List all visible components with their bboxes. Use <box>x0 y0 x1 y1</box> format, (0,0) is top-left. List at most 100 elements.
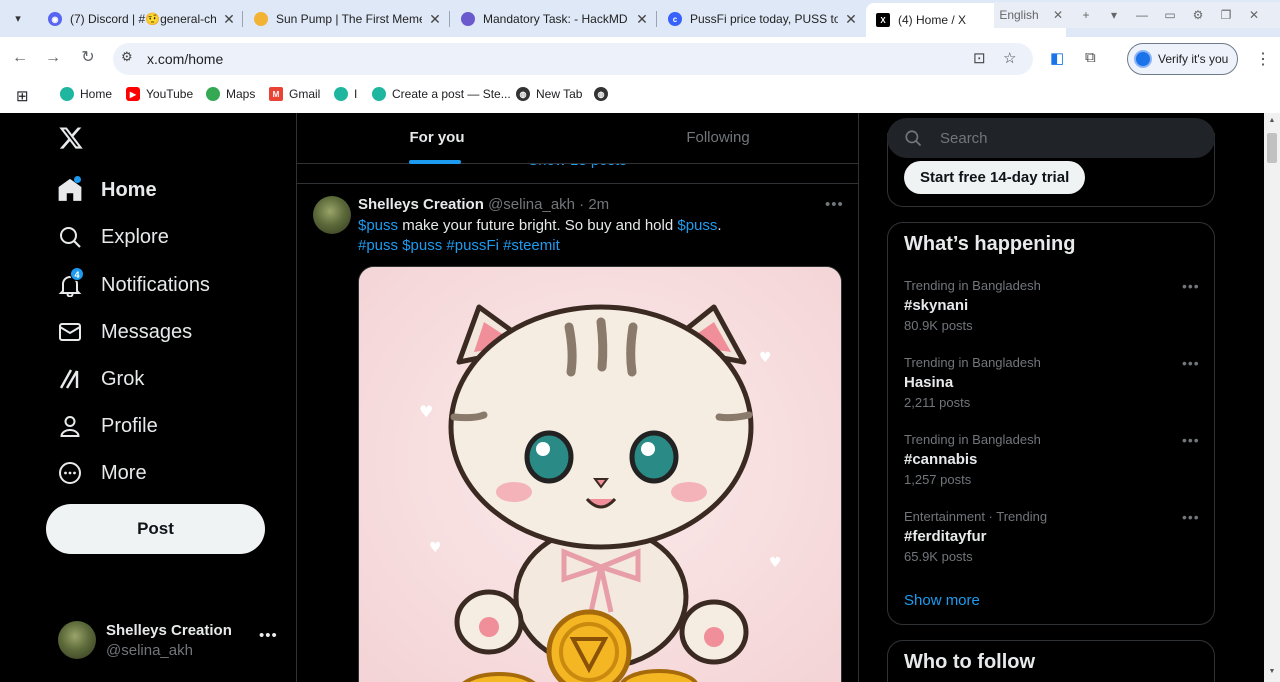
person-icon <box>56 412 84 440</box>
search-input[interactable]: Search <box>887 118 1215 158</box>
bookmark-star-icon[interactable]: ☆ <box>1003 49 1016 67</box>
tab-for-you[interactable]: For you <box>297 113 577 164</box>
grok-icon <box>56 365 84 393</box>
tweet-image-cat[interactable]: ♥ ♥ ♥ ♥ <box>358 266 842 682</box>
search-icon <box>56 223 84 251</box>
close-tab-icon[interactable]: ✕ <box>633 11 651 28</box>
x-app: Home Explore 4 Notifications Messages Gr… <box>0 113 1280 682</box>
site-info-icon[interactable]: ⚙ <box>121 49 133 65</box>
back-icon[interactable]: ← <box>9 47 31 69</box>
search-icon <box>905 130 922 147</box>
start-trial-button[interactable]: Start free 14-day trial <box>904 161 1086 194</box>
nav-messages[interactable]: Messages <box>56 312 192 352</box>
trend-more-icon[interactable]: ••• <box>1182 432 1200 448</box>
bookmark-new-tab[interactable]: ◍ New Tab <box>516 87 582 101</box>
bookmark-home[interactable]: Home <box>60 87 112 101</box>
trend-item[interactable]: Trending in Bangladesh #cannabis 1,257 p… <box>888 432 1214 509</box>
browser-tab-sunpump[interactable]: Sun Pump | The First Meme ✕ <box>244 5 444 33</box>
bookmark-create-post[interactable]: Create a post — Ste... <box>372 87 511 101</box>
globe-icon: ◍ <box>594 87 608 101</box>
trend-more-icon[interactable]: ••• <box>1182 509 1200 525</box>
window-controls-overlay: English ✕ + ▾ — ▭ ⚙ ❐ ✕ <box>994 2 1280 28</box>
reload-icon[interactable]: ↻ <box>77 47 99 69</box>
maps-pin-icon <box>206 87 220 101</box>
bell-icon: 4 <box>56 267 84 299</box>
cashtag-link[interactable]: $puss <box>677 217 717 234</box>
nav-home[interactable]: Home <box>56 170 157 210</box>
bookmark-gmail[interactable]: M Gmail <box>269 87 320 101</box>
unread-dot <box>74 176 81 183</box>
new-tab-icon[interactable]: + <box>1072 8 1100 22</box>
trend-more-icon[interactable]: ••• <box>1182 355 1200 371</box>
tab-following[interactable]: Following <box>578 113 858 164</box>
page-scrollbar[interactable]: ▲ ▼ <box>1264 113 1280 682</box>
account-handle: @selina_akh <box>106 642 193 659</box>
tab-separator <box>449 11 450 27</box>
svg-text:♥: ♥ <box>419 402 433 421</box>
tweet-author-name[interactable]: Shelleys Creation <box>358 196 484 213</box>
nav-more[interactable]: More <box>56 453 147 493</box>
forward-icon[interactable]: → <box>42 47 64 69</box>
tray-icon[interactable]: ▭ <box>1156 8 1184 22</box>
main-feed: For you Following Show 18 posts Shelleys… <box>297 113 859 682</box>
nav-grok[interactable]: Grok <box>56 359 144 399</box>
install-app-icon[interactable]: ⊡ <box>973 49 986 67</box>
tab-separator <box>656 11 657 27</box>
tab-search-button[interactable]: ▾ <box>8 9 28 29</box>
steemit-icon <box>60 87 74 101</box>
steemit-icon <box>334 87 348 101</box>
nav-profile[interactable]: Profile <box>56 406 158 446</box>
x-favicon-icon: X <box>876 13 890 27</box>
trend-item[interactable]: Entertainment · Trending #ferditayfur 65… <box>888 509 1214 586</box>
apps-grid-icon[interactable]: ⊞ <box>16 87 29 105</box>
section-title: What’s happening <box>904 233 1076 255</box>
browser-menu-icon[interactable]: ⋮ <box>1255 49 1271 69</box>
post-button[interactable]: Post <box>46 504 265 554</box>
left-navigation: Home Explore 4 Notifications Messages Gr… <box>0 113 297 682</box>
nav-notifications[interactable]: 4 Notifications <box>56 265 210 305</box>
more-circle-icon <box>56 459 84 487</box>
show-more-link[interactable]: Show more <box>904 592 980 609</box>
x-logo-icon[interactable] <box>58 125 84 151</box>
window-close-icon[interactable]: ✕ <box>1240 8 1268 22</box>
bookmark-youtube[interactable]: ▶ YouTube <box>126 87 193 101</box>
nav-explore[interactable]: Explore <box>56 217 169 257</box>
more-dots-icon[interactable]: ••• <box>259 627 278 644</box>
restore-icon[interactable]: ❐ <box>1212 8 1240 22</box>
tweet-avatar[interactable] <box>313 196 351 234</box>
verify-profile-button[interactable]: Verify it's you <box>1127 43 1238 75</box>
browser-tab-pussfi[interactable]: c PussFi price today, PUSS to ✕ <box>658 5 860 33</box>
minimize-icon[interactable]: — <box>1128 8 1156 22</box>
trend-item[interactable]: Trending in Bangladesh #skynani 80.9K po… <box>888 278 1214 355</box>
close-tab-icon[interactable]: ✕ <box>220 11 238 28</box>
bookmark-maps[interactable]: Maps <box>206 87 255 101</box>
avatar <box>58 621 96 659</box>
settings-icon[interactable]: ⚙ <box>1184 8 1212 22</box>
chevron-down-icon[interactable]: ▾ <box>1100 8 1128 22</box>
tab-separator <box>242 11 243 27</box>
hackmd-favicon-icon <box>461 12 475 26</box>
cashtag-link[interactable]: $puss <box>358 217 398 234</box>
tweet[interactable]: Shelleys Creation @selina_akh · 2m ••• $… <box>297 184 858 682</box>
scroll-up-icon[interactable]: ▲ <box>1267 117 1277 124</box>
account-switcher[interactable]: Shelleys Creation @selina_akh ••• <box>58 619 288 667</box>
close-tab-icon[interactable]: ✕ <box>842 11 860 28</box>
scroll-down-icon[interactable]: ▼ <box>1267 668 1277 675</box>
trend-item[interactable]: Trending in Bangladesh Hasina 2,211 post… <box>888 355 1214 432</box>
address-bar[interactable]: ⚙ x.com/home ⊡ ☆ <box>113 43 1033 75</box>
browser-tab-discord[interactable]: ◉ (7) Discord | #🤨general-cha ✕ <box>38 5 238 33</box>
section-title: Who to follow <box>904 651 1036 673</box>
scrollbar-thumb[interactable] <box>1267 133 1277 163</box>
extension-icon[interactable]: ◧ <box>1050 49 1064 67</box>
hashtag-links[interactable]: #puss $puss #pussFi #steemit <box>358 237 560 254</box>
url-text[interactable]: x.com/home <box>147 51 223 67</box>
close-tab-icon[interactable]: ✕ <box>426 11 444 28</box>
bookmark-i[interactable]: I <box>334 87 357 101</box>
extensions-puzzle-icon[interactable]: ⧉ <box>1085 49 1096 66</box>
tweet-more-icon[interactable]: ••• <box>825 196 844 213</box>
trend-more-icon[interactable]: ••• <box>1182 278 1200 294</box>
close-tab-icon[interactable]: ✕ <box>1044 8 1072 22</box>
browser-tab-hackmd[interactable]: Mandatory Task: - HackMD ✕ <box>451 5 651 33</box>
browser-tab-strip: ▾ ◉ (7) Discord | #🤨general-cha ✕ Sun Pu… <box>0 0 1280 37</box>
bookmark-unnamed[interactable]: ◍ <box>594 87 614 101</box>
